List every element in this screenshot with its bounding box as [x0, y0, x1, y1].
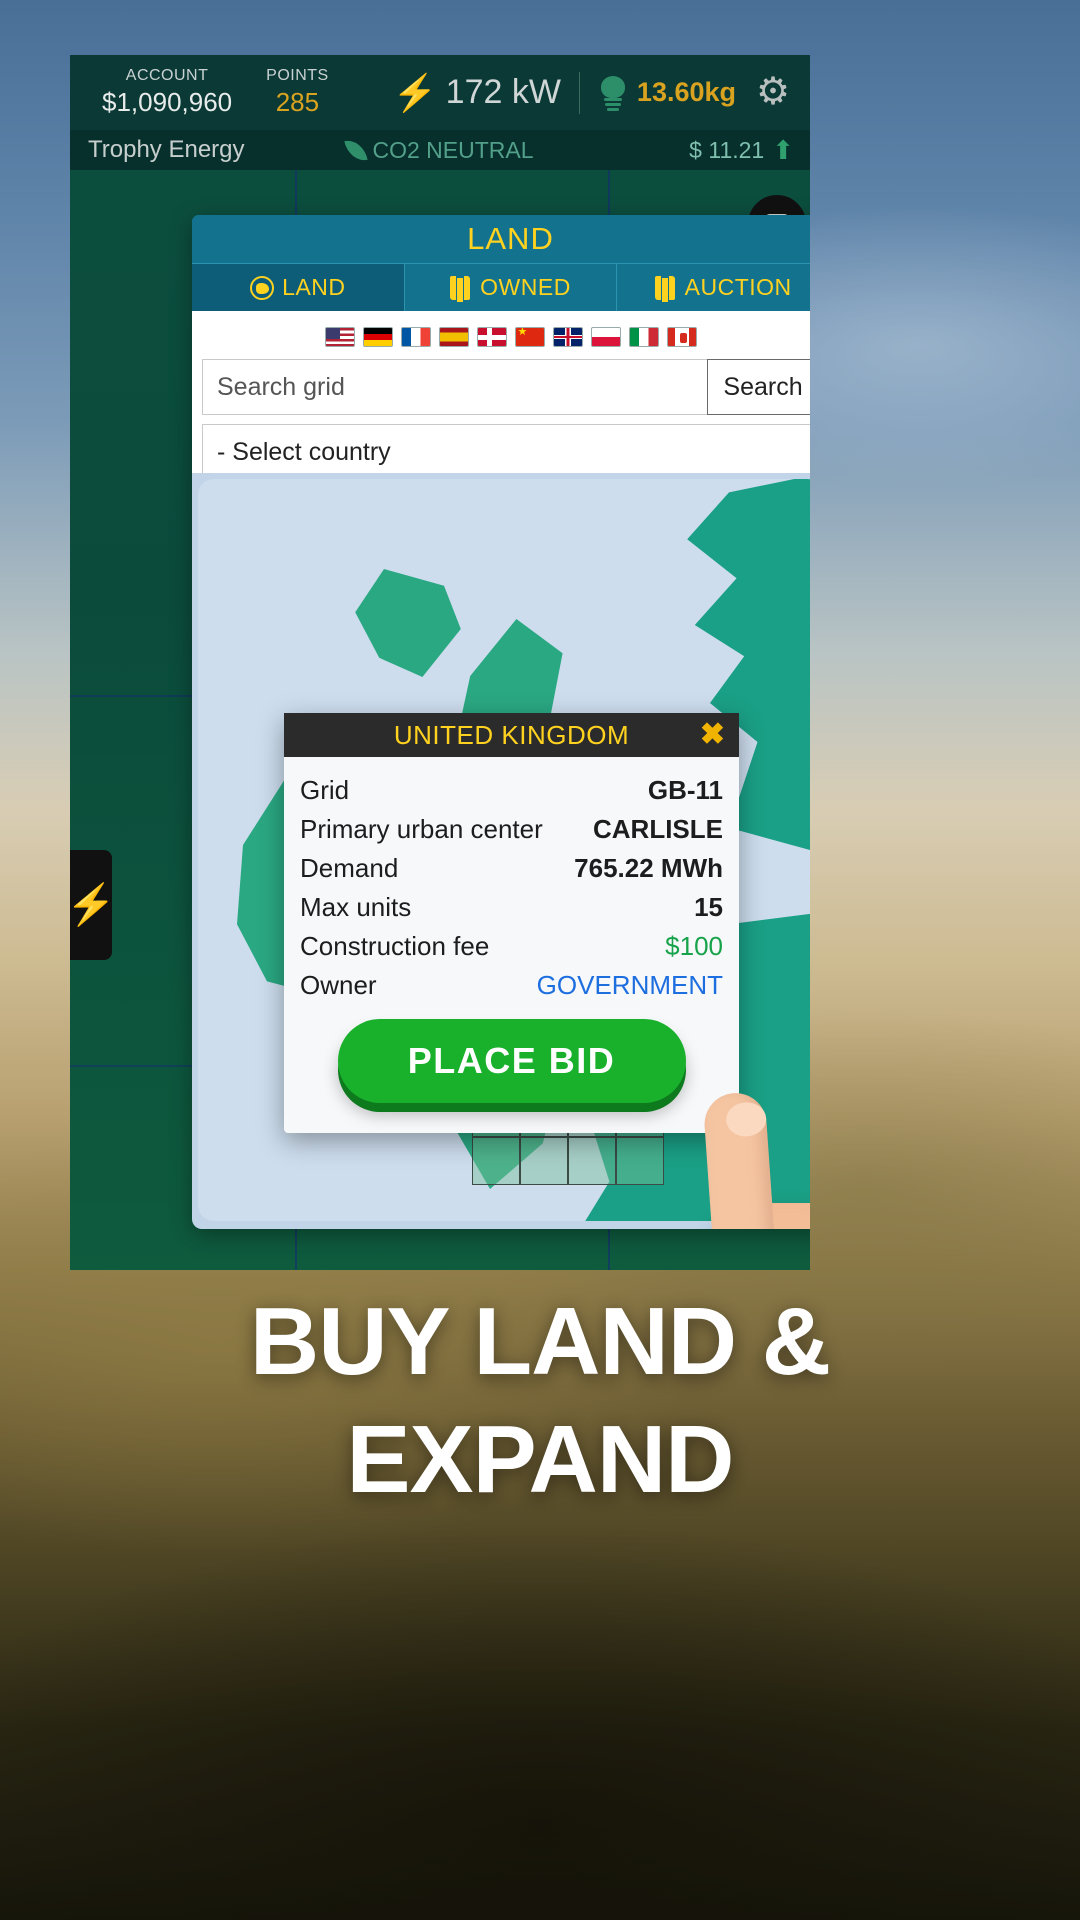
panel-title: LAND [192, 215, 810, 263]
close-icon[interactable]: ✖ [700, 720, 725, 750]
country-select[interactable]: - Select country [202, 424, 810, 480]
row-key: Demand [300, 853, 399, 883]
land-panel: LAND LAND OWNED AUCTION ★ Search grid Se… [192, 215, 810, 1229]
flag-cn-icon[interactable] [514, 327, 545, 347]
tab-owned-label: OWNED [480, 274, 571, 300]
lightning-bolt-icon: ⚡ [70, 883, 116, 927]
search-area: Search - Select country [192, 311, 810, 480]
globe-icon [250, 275, 275, 300]
table-row: Grid GB-11 [300, 771, 723, 810]
points-value: 285 [275, 87, 320, 117]
points-stat: POINTS 285 [266, 67, 329, 118]
marketing-tagline: BUY LAND & EXPAND [0, 1290, 1080, 1511]
panel-tabs: LAND OWNED AUCTION [192, 263, 810, 311]
flag-selector [192, 321, 810, 359]
co2-neutral-badge: CO2 NEUTRAL [344, 136, 534, 164]
hand-pointer-icon [697, 1091, 810, 1229]
row-key: Max units [300, 892, 412, 922]
power-stat: ⚡ 172 kW [393, 73, 579, 112]
row-value: GOVERNMENT [536, 970, 723, 1000]
share-price: $ 11.21 ⬆ [689, 137, 794, 164]
search-button[interactable]: Search [707, 359, 810, 415]
land-info-card: UNITED KINGDOM ✖ Grid GB-11 Primary urba… [284, 713, 739, 1133]
account-stat: ACCOUNT $1,090,960 [102, 67, 232, 118]
trend-up-icon: ⬆ [772, 135, 794, 165]
search-row: Search [192, 359, 810, 415]
flag-dk-icon[interactable] [476, 327, 507, 347]
flag-pl-icon[interactable] [590, 327, 621, 347]
card-body: Grid GB-11 Primary urban center CARLISLE… [284, 757, 739, 1133]
map-area[interactable]: UNITED KINGDOM ✖ Grid GB-11 Primary urba… [192, 473, 810, 1229]
co2-stat: 13.60kg [580, 75, 752, 111]
table-row: Owner GOVERNMENT [300, 966, 723, 1005]
row-key: Construction fee [300, 931, 490, 961]
row-value: GB-11 [647, 775, 723, 805]
flag-ca-icon[interactable] [666, 327, 697, 347]
table-row: Max units 15 [300, 888, 723, 927]
top-hud: ACCOUNT $1,090,960 POINTS 285 ⚡ 172 kW 1… [70, 55, 810, 130]
place-bid-button[interactable]: PLACE BID [337, 1019, 686, 1103]
left-power-tab[interactable]: ⚡ [70, 850, 116, 960]
lightning-bolt-icon: ⚡ [392, 71, 438, 113]
row-key: Owner [300, 970, 377, 1000]
points-label: POINTS [266, 67, 329, 84]
gear-icon[interactable]: ⚙ [756, 73, 792, 111]
tagline-line-1: BUY LAND & [249, 1288, 831, 1395]
flag-it-icon[interactable] [628, 327, 659, 347]
game-screen: ACCOUNT $1,090,960 POINTS 285 ⚡ 172 kW 1… [70, 55, 810, 1270]
flag-fr-icon[interactable] [400, 327, 431, 347]
table-row: Primary urban center CARLISLE [300, 810, 723, 849]
row-value: 15 [694, 892, 723, 922]
landmass-scotland-north [355, 569, 461, 677]
power-value: 172 kW [445, 73, 561, 111]
tab-owned[interactable]: OWNED [404, 264, 618, 311]
bid-button-wrap: PLACE BID [300, 1005, 723, 1125]
tab-land-label: LAND [282, 274, 346, 300]
flag-es-icon[interactable] [438, 327, 469, 347]
row-key: Grid [300, 775, 350, 805]
tagline-line-2: EXPAND [346, 1405, 735, 1513]
search-input[interactable] [202, 359, 707, 415]
flag-us-icon[interactable] [324, 327, 355, 347]
map-icon [654, 275, 677, 302]
map-icon [450, 275, 472, 302]
co2-value: 13.60kg [636, 77, 736, 107]
card-header: UNITED KINGDOM ✖ [284, 713, 739, 757]
table-row: Demand 765.22 MWh [300, 849, 723, 888]
row-value: $100 [665, 931, 723, 961]
table-row: Construction fee $100 [300, 927, 723, 966]
account-label: ACCOUNT [125, 67, 209, 84]
card-title: UNITED KINGDOM [393, 719, 630, 750]
flag-gb-icon[interactable] [552, 327, 583, 347]
flag-de-icon[interactable] [362, 327, 393, 347]
leaf-icon [344, 136, 368, 164]
hud-right-group: ⚡ 172 kW 13.60kg ⚙ [393, 71, 810, 114]
share-price-value: $ 11.21 [689, 136, 765, 163]
row-value: 765.22 MWh [574, 853, 723, 883]
tab-auction[interactable]: AUCTION [617, 264, 810, 311]
co2-neutral-label: CO2 NEUTRAL [372, 136, 534, 163]
tab-land[interactable]: LAND [192, 264, 405, 311]
row-key: Primary urban center [300, 814, 543, 844]
row-value: CARLISLE [593, 814, 723, 844]
account-value: $1,090,960 [102, 87, 233, 117]
company-name: Trophy Energy [88, 136, 245, 163]
tree-icon [598, 75, 628, 111]
tab-auction-label: AUCTION [684, 274, 792, 300]
sub-hud: Trophy Energy CO2 NEUTRAL $ 11.21 ⬆ [70, 130, 810, 170]
